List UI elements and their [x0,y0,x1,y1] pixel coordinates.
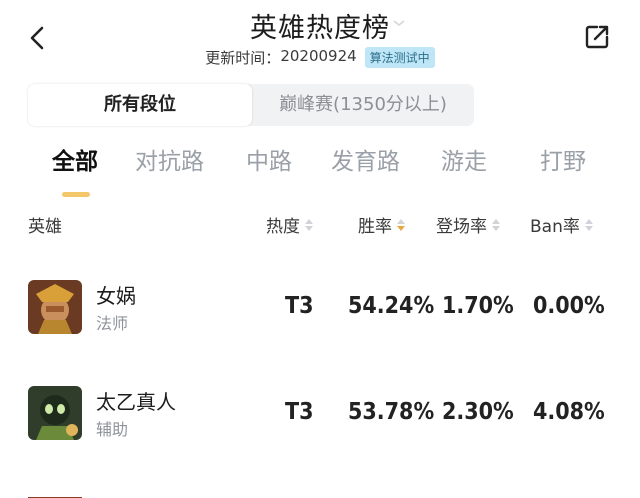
col-heat[interactable]: 热度 [266,212,314,237]
partial-hero-avatar-icon [28,490,82,498]
ban-rate-value: 0.00% [533,293,605,319]
table-row[interactable]: 太乙真人 辅助 T3 53.78% 2.30% 4.08% [0,386,640,466]
algo-test-badge: 算法测试中 [364,47,435,68]
taiyi-avatar-icon [28,386,82,440]
sort-icon [305,218,313,231]
page-title: 英雄热度榜 [250,13,390,44]
nuwa-avatar-icon [28,280,82,334]
heat-value: T3 [285,399,314,425]
hero-name: 女娲 [96,284,136,308]
share-edit-icon [585,25,609,49]
active-tab-indicator [62,192,90,197]
pick-rate-value: 2.30% [442,399,514,425]
ban-rate-value: 4.08% [533,399,605,425]
col-hero: 英雄 [28,217,62,237]
pick-rate-value: 1.70% [442,293,514,319]
tab-jungle[interactable]: 打野 [540,142,586,176]
segment-peak[interactable]: 巅峰赛(1350分以上) [252,84,474,126]
table-row[interactable]: 女娲 法师 T3 54.24% 1.70% 0.00% [0,280,640,360]
update-value: 20200924 [280,47,357,65]
col-ban[interactable]: Ban率 [530,212,594,237]
col-win[interactable]: 胜率 [358,212,406,237]
col-pick-label: 登场率 [436,217,487,237]
chevron-down-icon [393,20,405,27]
hero-role: 法师 [96,314,129,333]
rank-segment: 所有段位 巅峰赛(1350分以上) [28,84,474,126]
table-header: 英雄 热度 胜率 登场率 Ban率 [0,212,640,240]
update-label: 更新时间： [205,49,281,67]
win-rate-value: 53.78% [348,399,435,425]
hero-role: 辅助 [96,420,129,439]
tab-all[interactable]: 全部 [52,142,98,176]
sort-icon [492,218,500,231]
update-info: 更新时间： 20200924 算法测试中 [0,47,640,68]
share-button[interactable] [582,22,614,54]
win-rate-value: 54.24% [348,293,435,319]
tab-farm-lane[interactable]: 发育路 [331,142,400,176]
col-pick[interactable]: 登场率 [436,212,501,237]
tab-mid-lane[interactable]: 中路 [246,142,292,176]
sort-icon [584,218,593,231]
heat-value: T3 [285,293,314,319]
tab-clash-lane[interactable]: 对抗路 [135,142,204,176]
lane-tabs: 全部 对抗路 中路 发育路 游走 打野 [0,142,640,182]
col-ban-label: Ban率 [530,217,580,237]
sort-active-icon [397,218,405,231]
hero-name: 太乙真人 [96,390,176,414]
segment-all-ranks[interactable]: 所有段位 [28,84,252,126]
col-win-label: 胜率 [358,217,392,237]
col-heat-label: 热度 [266,217,300,237]
tab-roam[interactable]: 游走 [441,142,487,176]
